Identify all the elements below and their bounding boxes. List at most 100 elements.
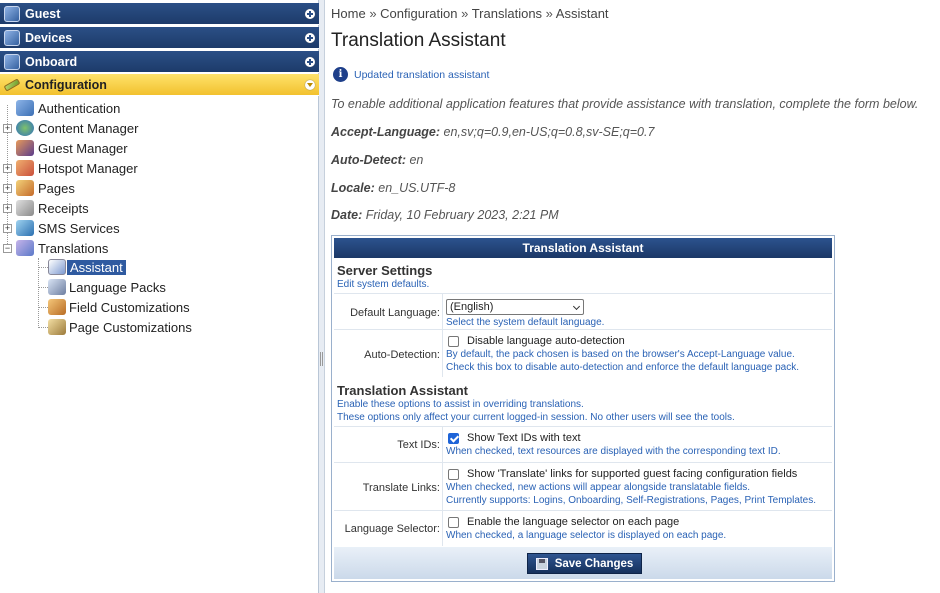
page-customization-icon [48,319,66,335]
nav-onboard-label: Onboard [25,54,78,69]
tree-item-label: Assistant [67,259,126,275]
plus-icon[interactable]: + [3,124,12,133]
accept-language: Accept-Language: en,sv;q=0.9,en-US;q=0.8… [331,125,654,139]
nav-onboard[interactable]: Onboard [0,51,319,73]
save-changes-button[interactable]: Save Changes [527,553,642,574]
breadcrumb-configuration[interactable]: Configuration [380,6,457,21]
breadcrumb-home[interactable]: Home [331,6,366,21]
default-language-hint: Select the system default language. [446,317,605,328]
tree-item-content-manager[interactable]: + Content Manager [0,118,319,138]
translate-links-row: Translate Links: Show 'Translate' links … [334,462,832,510]
tree-item-sms-services[interactable]: + SMS Services [0,218,319,238]
sidebar-splitter[interactable] [319,0,325,593]
nav-configuration[interactable]: Configuration [0,74,319,96]
default-language-label: Default Language: [350,307,440,319]
translations-icon [16,240,34,256]
notice-text: Updated translation assistant [354,68,490,81]
tree-item-label: Guest Manager [38,140,128,156]
translation-assistant-form: Translation Assistant Server Settings Ed… [331,235,835,582]
tree-item-assistant[interactable]: Assistant [0,257,319,277]
expand-icon[interactable] [305,32,315,43]
show-translate-links-checkbox[interactable] [448,468,459,480]
translate-links-hint: When checked, new actions will appear al… [446,482,751,494]
tree-item-translations[interactable]: − Translations [0,238,319,258]
auto-detect-value: en [409,153,424,167]
authentication-icon [16,100,34,116]
printer-icon [16,200,34,216]
auto-detection-hint: Check this box to disable auto-detection… [446,362,800,374]
section-desc: Edit system defaults. [337,279,430,290]
text-ids-row: Text IDs: Show Text IDs with text When c… [334,426,832,462]
show-translate-links-label[interactable]: Show 'Translate' links for supported gue… [467,468,797,480]
tree-item-field-customizations[interactable]: Field Customizations [0,297,319,317]
section-desc: These options only affect your current l… [337,412,735,423]
breadcrumb-separator: » [369,6,381,21]
tree-item-label: Authentication [38,100,121,116]
form-footer: Save Changes [334,547,832,579]
plus-icon[interactable]: + [3,204,12,213]
tree-item-label: Page Customizations [69,319,192,335]
translate-links-label: Translate Links: [362,482,440,494]
tree-item-guest-manager[interactable]: Guest Manager [0,138,319,158]
plus-icon[interactable]: + [3,224,12,233]
tree-item-language-packs[interactable]: Language Packs [0,277,319,297]
locale-value: en_US.UTF-8 [378,181,456,195]
collapse-icon[interactable] [305,79,315,90]
row-divider [442,463,443,510]
breadcrumb-assistant: Assistant [555,6,609,21]
auto-detection-label: Auto-Detection: [364,349,440,361]
enable-language-selector-label[interactable]: Enable the language selector on each pag… [467,516,679,528]
nav-guest[interactable]: Guest [0,3,319,25]
page-title: Translation Assistant [331,30,506,51]
splitter-grip[interactable] [320,352,323,366]
tree-item-hotspot-manager[interactable]: + Hotspot Manager [0,158,319,178]
tree-item-receipts[interactable]: + Receipts [0,198,319,218]
save-disk-icon [535,557,548,570]
language-pack-icon [48,279,66,295]
section-title: Translation Assistant [337,383,468,398]
breadcrumb-translations[interactable]: Translations [472,6,542,21]
tree-item-authentication[interactable]: Authentication [0,98,319,118]
show-text-ids-checkbox[interactable] [448,432,459,444]
tree-item-page-customizations[interactable]: Page Customizations [0,317,319,337]
accept-language-value: en,sv;q=0.9,en-US;q=0.8,sv-SE;q=0.7 [443,125,655,139]
server-settings-section: Server Settings Edit system defaults. [337,263,432,291]
tree-item-label: Field Customizations [69,299,190,315]
default-language-row: Default Language: (English) Select the s… [334,293,832,329]
row-divider [442,511,443,546]
nav-guest-label: Guest [25,6,61,21]
tree-item-pages[interactable]: + Pages [0,178,319,198]
pages-icon [16,180,34,196]
info-icon: i [333,67,348,82]
save-changes-label: Save Changes [554,557,634,570]
language-selector-row: Language Selector: Enable the language s… [334,510,832,546]
plus-icon[interactable]: + [3,184,12,193]
plus-icon[interactable]: + [3,164,12,173]
expand-icon[interactable] [305,8,315,19]
tree-item-label: Language Packs [69,279,166,295]
show-text-ids-label[interactable]: Show Text IDs with text [467,432,581,444]
nav-devices[interactable]: Devices [0,27,319,49]
sms-icon [16,220,34,236]
accept-language-label: Accept-Language: [331,125,441,139]
locale-label: Locale: [331,181,375,195]
row-divider [442,427,443,462]
enable-language-selector-checkbox[interactable] [448,516,459,528]
assistant-icon [48,259,66,275]
expand-icon[interactable] [305,56,315,67]
notice: i Updated translation assistant [333,67,489,82]
date-label: Date: [331,208,363,222]
auto-detection-row: Auto-Detection: Disable language auto-de… [334,329,832,377]
tree-item-label: Pages [38,180,75,196]
users-icon [16,140,34,156]
disable-auto-detection-label[interactable]: Disable language auto-detection [467,335,625,347]
section-desc: Enable these options to assist in overri… [337,399,584,410]
minus-icon[interactable]: − [3,244,12,253]
auto-detection-hint: By default, the pack chosen is based on … [446,349,795,361]
disable-auto-detection-checkbox[interactable] [448,335,459,347]
intro-text: To enable additional application feature… [331,97,919,111]
text-ids-label: Text IDs: [397,439,440,451]
breadcrumb-separator: » [461,6,472,21]
default-language-select[interactable]: (English) [446,299,584,315]
guest-icon [4,5,20,22]
